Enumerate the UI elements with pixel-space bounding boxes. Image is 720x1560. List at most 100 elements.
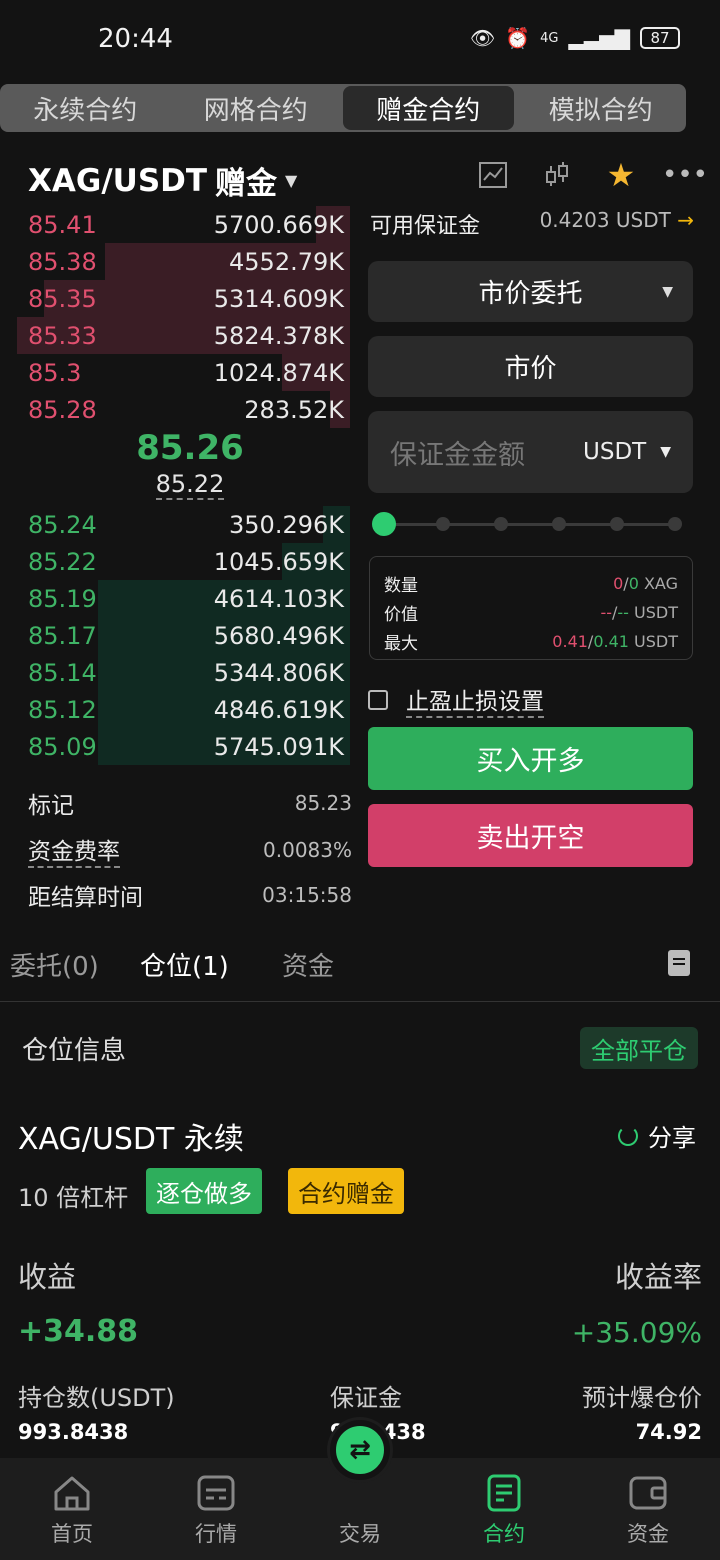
bid-row[interactable]: 85.17 5680.496K [0, 617, 350, 654]
close-all-button[interactable]: 全部平仓 [580, 1027, 698, 1069]
tab-assets[interactable]: 资金 [282, 946, 334, 983]
home-icon [54, 1476, 90, 1511]
qty-row: 数量 0/0 XAG [384, 574, 678, 596]
row-qty: 283.52K [244, 395, 344, 424]
document-icon[interactable] [668, 950, 690, 976]
slider-step[interactable] [668, 517, 682, 531]
tab-positions[interactable]: 仓位(1) [140, 946, 229, 983]
ask-row[interactable]: 85.41 5700.669K [0, 206, 350, 243]
tab-orders[interactable]: 委托(0) [10, 946, 99, 983]
candlestick-icon[interactable] [540, 158, 574, 192]
contract-tabs: 永续合约 网格合约 赠金合约 模拟合约 [0, 84, 686, 132]
row-qty: 5745.091K [213, 732, 344, 761]
ask-row[interactable]: 85.33 5824.378K [0, 317, 350, 354]
size-label: 持仓数(USDT) [18, 1384, 175, 1412]
sell-short-button[interactable]: 卖出开空 [368, 804, 693, 867]
pnl-value: +34.88 [18, 1314, 139, 1349]
slider-step[interactable] [552, 517, 566, 531]
margin-unit-select[interactable]: USDT ▼ [583, 439, 671, 465]
row-price: 85.17 [28, 621, 97, 650]
bid-row[interactable]: 85.24 350.296K [0, 506, 350, 543]
nav-assets[interactable]: 资金 [576, 1458, 720, 1560]
row-qty: 4846.619K [213, 695, 344, 724]
buy-long-button[interactable]: 买入开多 [368, 727, 693, 790]
row-price: 85.22 [28, 547, 97, 576]
side-badge: 逐仓做多 [146, 1168, 262, 1214]
bid-row[interactable]: 85.14 5344.806K [0, 654, 350, 691]
slider-knob[interactable] [372, 512, 396, 536]
order-summary: 数量 0/0 XAG 价值 --/-- USDT 最大 0.41/0.41 US… [369, 556, 693, 660]
share-button[interactable]: 分享 [618, 1118, 696, 1153]
chart-icon[interactable] [476, 158, 510, 192]
tab-demo[interactable]: 模拟合约 [516, 84, 687, 132]
leverage-label: 10 倍杠杆 [18, 1184, 129, 1212]
slider-step[interactable] [436, 517, 450, 531]
ask-row[interactable]: 85.3 1024.874K [0, 354, 350, 391]
settle-row: 距结算时间 03:15:58 [28, 883, 352, 911]
row-qty: 1024.874K [213, 358, 344, 387]
row-price: 85.09 [28, 732, 97, 761]
pair-name: XAG/USDT [28, 162, 208, 199]
pair-selector[interactable]: XAG/USDT 赠金 ▼ [28, 158, 297, 203]
ask-row[interactable]: 85.28 283.52K [0, 391, 350, 428]
wallet-icon [629, 1476, 667, 1510]
pnl-rate-value: +35.09% [571, 1316, 702, 1349]
slider-step[interactable] [494, 517, 508, 531]
bid-row[interactable]: 85.22 1045.659K [0, 543, 350, 580]
value-row: 价值 --/-- USDT [384, 603, 678, 625]
star-icon[interactable]: ★ [604, 156, 638, 194]
margin-slider[interactable] [372, 512, 682, 536]
caret-down-icon: ▼ [285, 171, 298, 190]
row-price: 85.14 [28, 658, 97, 687]
last-price: 85.26 [136, 428, 244, 468]
row-price: 85.41 [28, 210, 97, 239]
row-qty: 5824.378K [213, 321, 344, 350]
row-qty: 5314.609K [213, 284, 344, 313]
tab-bonus[interactable]: 赠金合约 [343, 86, 514, 130]
tab-grid[interactable]: 网格合约 [171, 84, 342, 132]
row-qty: 5344.806K [213, 658, 344, 687]
market-icon [197, 1475, 235, 1511]
status-icons: 👁 ⏰ 4G ▂▃▅▇ 87 [470, 26, 680, 50]
tab-perpetual[interactable]: 永续合约 [0, 84, 171, 132]
ask-row[interactable]: 85.38 4552.79K [0, 243, 350, 280]
order-type-select[interactable]: 市价委托 ▼ [368, 261, 693, 322]
row-price: 85.38 [28, 247, 97, 276]
mark-row: 标记 85.23 [28, 791, 352, 819]
row-qty: 4614.103K [213, 584, 344, 613]
header-actions: ★ ••• [476, 156, 708, 194]
screen: 20:44 👁 ⏰ 4G ▂▃▅▇ 87 永续合约 网格合约 赠金合约 模拟合约… [0, 0, 720, 1560]
bid-row[interactable]: 85.19 4614.103K [0, 580, 350, 617]
swap-icon[interactable]: ⇄ [330, 1420, 390, 1480]
position-section-title: 仓位信息 [22, 1036, 127, 1066]
signal-icon: ▂▃▅▇ [568, 26, 630, 50]
nav-market[interactable]: 行情 [144, 1458, 288, 1560]
row-price: 85.3 [28, 358, 82, 387]
liq-value: 74.92 [635, 1420, 702, 1444]
liq-label: 预计爆仓价 [582, 1384, 702, 1412]
position-title: XAG/USDT 永续 [18, 1122, 244, 1157]
slider-step[interactable] [610, 517, 624, 531]
row-price: 85.12 [28, 695, 97, 724]
ask-row[interactable]: 85.35 5314.609K [0, 280, 350, 317]
row-qty: 5700.669K [213, 210, 344, 239]
contract-icon [487, 1474, 521, 1512]
alarm-icon: ⏰ [505, 26, 531, 50]
pair-type: 赠金 [215, 166, 278, 202]
mark-price: 85.22 [155, 470, 225, 500]
margin-input[interactable]: 保证金金额 USDT ▼ [368, 411, 693, 493]
bid-row[interactable]: 85.09 5745.091K [0, 728, 350, 765]
transfer-arrow-icon[interactable]: → [677, 208, 694, 232]
tpsl-toggle[interactable]: 止盈止损设置 [368, 682, 544, 718]
bonus-badge: 合约赠金 [288, 1168, 404, 1214]
row-qty: 350.296K [229, 510, 344, 539]
row-price: 85.19 [28, 584, 97, 613]
nav-home[interactable]: 首页 [0, 1458, 144, 1560]
row-qty: 5680.496K [213, 621, 344, 650]
bid-row[interactable]: 85.12 4846.619K [0, 691, 350, 728]
price-mode[interactable]: 市价 [368, 336, 693, 397]
more-icon[interactable]: ••• [662, 158, 708, 192]
tpsl-checkbox[interactable] [368, 690, 388, 710]
nav-contract[interactable]: 合约 [432, 1458, 576, 1560]
funding-row[interactable]: 资金费率 0.0083% [28, 832, 352, 868]
